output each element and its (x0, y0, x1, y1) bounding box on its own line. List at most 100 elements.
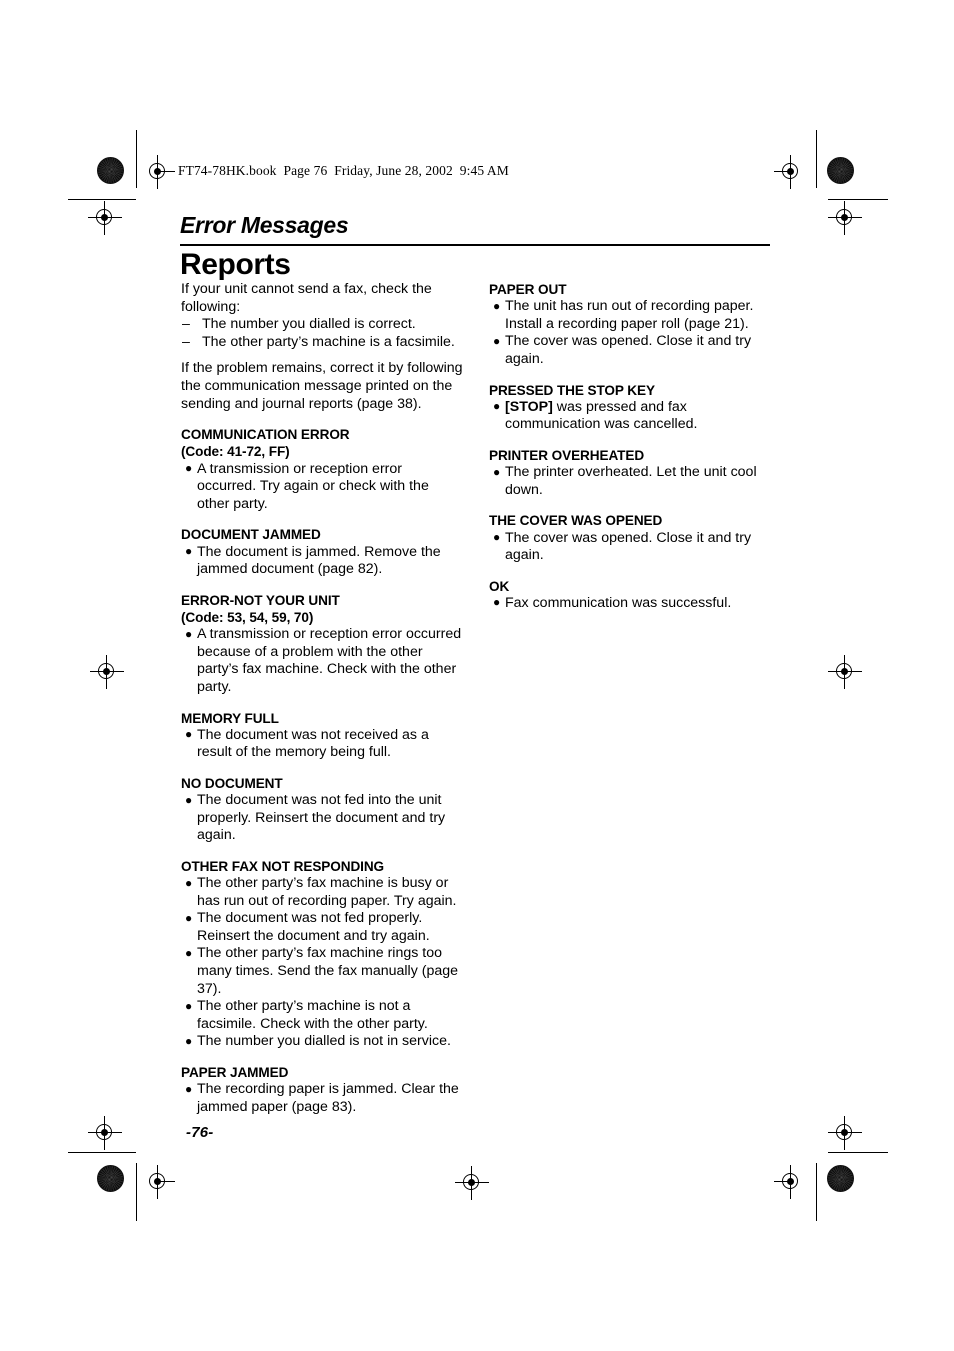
list-item: ● The number you dialled is not in servic… (181, 1033, 465, 1051)
error-message-heading: PRINTER OVERHEATED (489, 447, 645, 463)
error-message-code: (Code: 41-72, FF) (181, 444, 290, 460)
error-message-block: OK ● Fax communication was successful. (489, 578, 773, 613)
list-item-label: The other party’s machine is not a facsi… (197, 998, 428, 1032)
error-message-bullet-list: ● Fax communication was successful. (489, 595, 773, 613)
list-item: ● The unit has run out of recording paper… (489, 298, 773, 333)
list-item: ● The other party’s fax machine is busy o… (181, 875, 465, 910)
message-list-left: COMMUNICATION ERROR (Code: 41-72, FF) ● A t… (181, 426, 465, 1116)
error-message-block: PRESSED THE STOP KEY ● [STOP] was pressed … (489, 382, 773, 434)
list-item: ● The document was not fed into the unit … (181, 792, 465, 845)
error-message-block: DOCUMENT JAMMED ● The document is jammed. … (181, 526, 465, 578)
error-message-heading: PAPER JAMMED (181, 1065, 289, 1081)
error-message-block: PRINTER OVERHEATED ● The printer overheate… (489, 447, 773, 499)
intro-dash-list: – The number you dialled is correct. – The … (181, 316, 465, 351)
page-title: Reports (180, 248, 291, 281)
error-message-block: PAPER JAMMED ● The recording paper is jamm… (181, 1064, 465, 1116)
list-item-label: The printer overheated. Let the unit coo… (505, 464, 757, 498)
bullet-icon: ● (185, 875, 193, 890)
bullet-icon: ● (493, 464, 501, 479)
column-left: If your unit cannot send a fax, check th… (181, 281, 465, 1116)
book-file-info: FT74-78HK.book Page 76 Friday, June 28, … (178, 163, 509, 178)
list-item: ● The document was not fed properly. Rein… (181, 910, 465, 945)
stop-key-label: [STOP] (505, 398, 553, 415)
message-list-right: PAPER OUT ● The unit has run out of record… (489, 281, 773, 613)
bullet-icon: ● (493, 595, 501, 610)
bullet-icon: ● (185, 1033, 193, 1048)
bullet-icon: ● (185, 727, 193, 742)
error-message-bullet-list: ● [STOP] was pressed and fax communicatio… (489, 399, 773, 434)
error-message-bullet-list: ● The recording paper is jammed. Clear th… (181, 1081, 465, 1116)
registration-mark-bottom-center (455, 1166, 489, 1200)
bullet-icon: ● (493, 530, 501, 545)
list-item-label: The unit has run out of recording paper.… (505, 298, 754, 332)
list-item-label: The cover was opened. Close it and try a… (505, 529, 752, 564)
halftone-dot-top-right (827, 157, 854, 184)
list-item-label: The number you dialled is not in service… (197, 1033, 451, 1050)
trim-line-top-right-vertical (816, 130, 818, 188)
error-message-block: MEMORY FULL ● The document was not receive… (181, 710, 465, 762)
registration-mark-top-left (141, 155, 175, 189)
dash-marker: – (182, 316, 190, 333)
error-message-heading: DOCUMENT JAMMED (181, 527, 321, 543)
list-item: ● [STOP] was pressed and fax communicatio… (489, 399, 773, 434)
list-item: ● A transmission or reception error occur… (181, 626, 465, 696)
trim-line-lower-left-horizontal (68, 1152, 136, 1154)
bullet-icon: ● (185, 945, 193, 960)
trim-line-bottom-left-vertical (136, 1163, 138, 1221)
bullet-icon: ● (493, 399, 501, 414)
bullet-icon: ● (493, 298, 501, 313)
list-item-label: A transmission or reception error occurr… (197, 626, 462, 695)
halftone-dot-bottom-right (827, 1165, 854, 1192)
error-message-bullet-list: ● The document is jammed. Remove the jamm… (181, 544, 465, 579)
list-item: ● The document is jammed. Remove the jamm… (181, 544, 465, 579)
error-message-block: ERROR-NOT YOUR UNIT (Code: 53, 54, 59, 70… (181, 592, 465, 697)
list-item-label: The document was not received as a resul… (197, 726, 429, 761)
error-message-heading: MEMORY FULL (181, 710, 279, 726)
error-message-bullet-list: ● The cover was opened. Close it and try … (489, 530, 773, 565)
list-item-label: The other party’s fax machine is busy or… (197, 875, 457, 909)
error-message-heading: OTHER FAX NOT RESPONDING (181, 858, 385, 874)
list-item-label: The other party’s fax machine rings too … (197, 945, 459, 997)
list-item: ● Fax communication was successful. (489, 595, 773, 613)
registration-mark-right-upper (828, 201, 862, 235)
halftone-dot-bottom-left (97, 1165, 124, 1192)
list-item: ● The recording paper is jammed. Clear th… (181, 1081, 465, 1116)
list-item-label: The cover was opened. Close it and try a… (505, 333, 752, 367)
error-message-heading: COMMUNICATION ERROR (181, 427, 350, 443)
chapter-rule (180, 244, 770, 247)
error-message-heading: THE COVER WAS OPENED (489, 513, 663, 529)
list-item: ● The other party’s fax machine rings too… (181, 945, 465, 998)
list-item-label: The other party’s machine is a facsimile… (202, 333, 455, 350)
trim-line-bottom-right-vertical (816, 1163, 818, 1221)
error-message-heading: OK (489, 578, 510, 594)
registration-mark-left-lower (88, 1116, 122, 1150)
list-item: – The number you dialled is correct. (181, 316, 465, 334)
error-message-bullet-list: ● The printer overheated. Let the unit co… (489, 464, 773, 499)
list-item-label: The document was not fed properly. Reins… (197, 910, 430, 944)
error-message-heading: PAPER OUT (489, 282, 567, 297)
error-message-bullet-list: ● The unit has run out of recording paper… (489, 298, 773, 368)
bullet-icon: ● (185, 792, 193, 807)
registration-mark-bottom-right (774, 1165, 808, 1199)
column-right: PAPER OUT ● The unit has run out of record… (489, 281, 773, 613)
trim-line-top-left-vertical (136, 130, 138, 188)
chapter-title: Error Messages (180, 212, 349, 238)
registration-mark-right-lower (828, 1116, 862, 1150)
registration-mark-bottom-left (141, 1165, 175, 1199)
list-item: ● The other party’s machine is not a facs… (181, 998, 465, 1033)
error-message-block: NO DOCUMENT ● The document was not fed int… (181, 775, 465, 845)
bullet-icon: ● (185, 461, 193, 476)
error-message-block: THE COVER WAS OPENED ● The cover was opene… (489, 512, 773, 564)
list-item-label: The recording paper is jammed. Clear the… (197, 1081, 459, 1115)
list-item: – The other party’s machine is a facsimil… (181, 334, 465, 352)
registration-mark-left-upper (88, 201, 122, 235)
bullet-icon: ● (185, 626, 193, 641)
bullet-icon: ● (185, 998, 193, 1013)
list-item-label: The document was not fed into the unit p… (197, 792, 446, 844)
error-message-bullet-list: ● The document was not received as a resu… (181, 727, 465, 762)
list-item: ● The cover was opened. Close it and try … (489, 333, 773, 368)
error-message-code: (Code: 53, 54, 59, 70) (181, 609, 314, 625)
registration-mark-left-middle (90, 655, 124, 689)
